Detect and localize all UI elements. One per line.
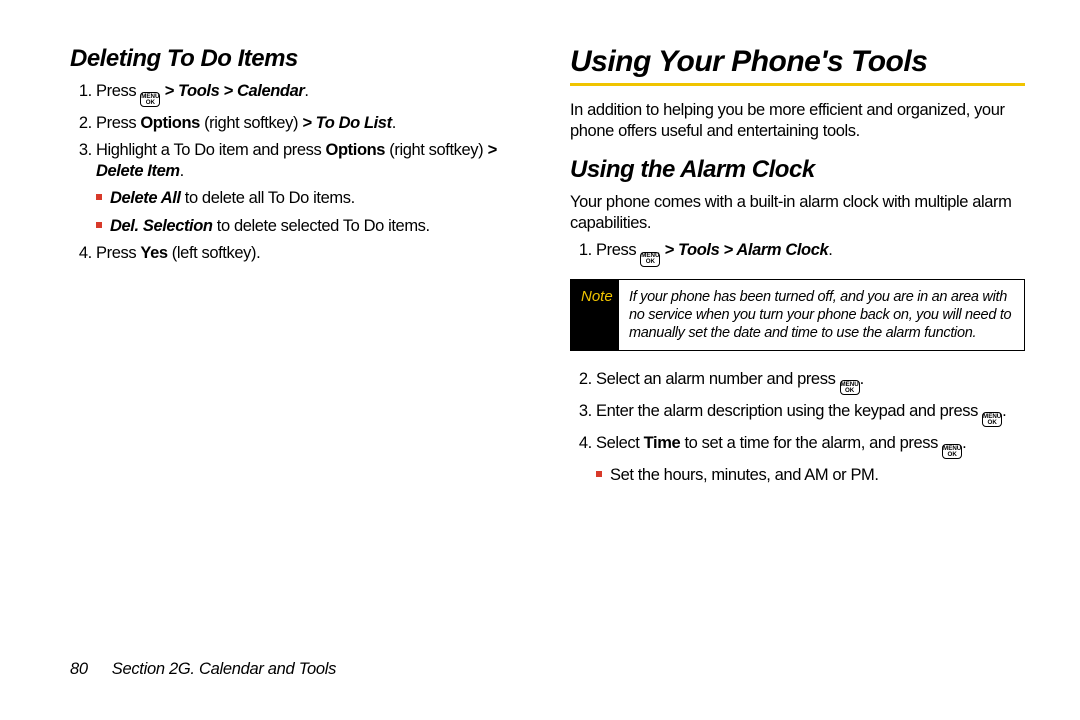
text: Highlight a To Do item and press [96, 141, 326, 159]
text: To Do List [316, 114, 392, 132]
right-column: Using Your Phone's Tools In addition to … [570, 45, 1025, 640]
page-footer: 80 Section 2G. Calendar and Tools [0, 660, 1080, 679]
text: Alarm Clock [736, 241, 828, 259]
menu-ok-key-icon: MENUOK [140, 92, 160, 107]
note-box: Note If your phone has been turned off, … [570, 279, 1025, 351]
text: . [180, 162, 184, 180]
text: Tools [178, 82, 219, 100]
text: Press [596, 241, 640, 259]
square-bullet-icon [596, 471, 602, 477]
text: Delete Item [96, 162, 180, 180]
text: Enter the alarm description using the ke… [596, 402, 982, 420]
note-text: If your phone has been turned off, and y… [619, 280, 1024, 350]
step-4: Select Time to set a time for the alarm,… [596, 433, 1025, 486]
right-steps: Press MENUOK > Tools > Alarm Clock. [570, 240, 1025, 266]
step-2: Select an alarm number and press MENUOK. [596, 369, 1025, 395]
text: Time [644, 434, 681, 452]
text: to delete selected To Do items. [213, 217, 430, 235]
yellow-rule [570, 83, 1025, 86]
note-label: Note [571, 280, 619, 350]
text: > [302, 114, 315, 132]
square-bullet-icon [96, 222, 102, 228]
bullet-set-time: Set the hours, minutes, and AM or PM. [596, 465, 1025, 486]
text: Delete All [110, 189, 181, 207]
text: . [304, 82, 308, 100]
right-steps-cont: Select an alarm number and press MENUOK.… [570, 369, 1025, 487]
step-3: Highlight a To Do item and press Options… [96, 140, 525, 236]
step-2: Press Options (right softkey) > To Do Li… [96, 113, 525, 134]
text: Select an alarm number and press [596, 370, 840, 388]
step-3: Enter the alarm description using the ke… [596, 401, 1025, 427]
menu-ok-key-icon: MENUOK [982, 412, 1002, 427]
menu-ok-key-icon: MENUOK [840, 380, 860, 395]
text: to delete all To Do items. [181, 189, 355, 207]
bullet-delete-all: Delete All to delete all To Do items. [96, 188, 525, 209]
text: Yes [140, 244, 167, 262]
text: Options [140, 114, 200, 132]
step-4: Press Yes (left softkey). [96, 243, 525, 264]
intro-para-2: Your phone comes with a built-in alarm c… [570, 192, 1025, 234]
step-1: Press MENUOK > Tools > Alarm Clock. [596, 240, 1025, 266]
left-column: Deleting To Do Items Press MENUOK > Tool… [70, 45, 525, 640]
menu-ok-key-icon: MENUOK [942, 444, 962, 459]
square-bullet-icon [96, 194, 102, 200]
text: to set a time for the alarm, and press [680, 434, 942, 452]
text: Set the hours, minutes, and AM or PM. [610, 466, 879, 484]
left-steps: Press MENUOK > Tools > Calendar. Press O… [70, 81, 525, 264]
text: Tools [678, 241, 719, 259]
text: Options [326, 141, 386, 159]
text: . [392, 114, 396, 132]
text: . [860, 370, 864, 388]
text: (left softkey). [168, 244, 261, 262]
text: (right softkey) [385, 141, 487, 159]
bullet-del-selection: Del. Selection to delete selected To Do … [96, 216, 525, 237]
text: > [160, 82, 178, 100]
text: Press [96, 114, 140, 132]
text: > [719, 241, 736, 259]
text: Calendar [237, 82, 304, 100]
intro-para: In addition to helping you be more effic… [570, 100, 1025, 142]
text: Del. Selection [110, 217, 213, 235]
text: Press [96, 82, 140, 100]
heading-alarm-clock: Using the Alarm Clock [570, 156, 1025, 184]
step-1: Press MENUOK > Tools > Calendar. [96, 81, 525, 107]
text: Select [596, 434, 644, 452]
text: . [828, 241, 832, 259]
text: > [219, 82, 237, 100]
text: . [1002, 402, 1006, 420]
menu-ok-key-icon: MENUOK [640, 252, 660, 267]
text: > [660, 241, 678, 259]
page-number: 80 [70, 660, 88, 679]
sub-bullets: Set the hours, minutes, and AM or PM. [596, 465, 1025, 486]
text: > [487, 141, 496, 159]
heading-using-tools: Using Your Phone's Tools [570, 45, 1025, 79]
page-content: Deleting To Do Items Press MENUOK > Tool… [0, 0, 1080, 660]
text: (right softkey) [200, 114, 302, 132]
text: . [962, 434, 966, 452]
sub-bullets: Delete All to delete all To Do items. De… [96, 188, 525, 236]
text: Press [96, 244, 140, 262]
section-title: Section 2G. Calendar and Tools [112, 660, 336, 678]
heading-deleting-todo: Deleting To Do Items [70, 45, 525, 73]
